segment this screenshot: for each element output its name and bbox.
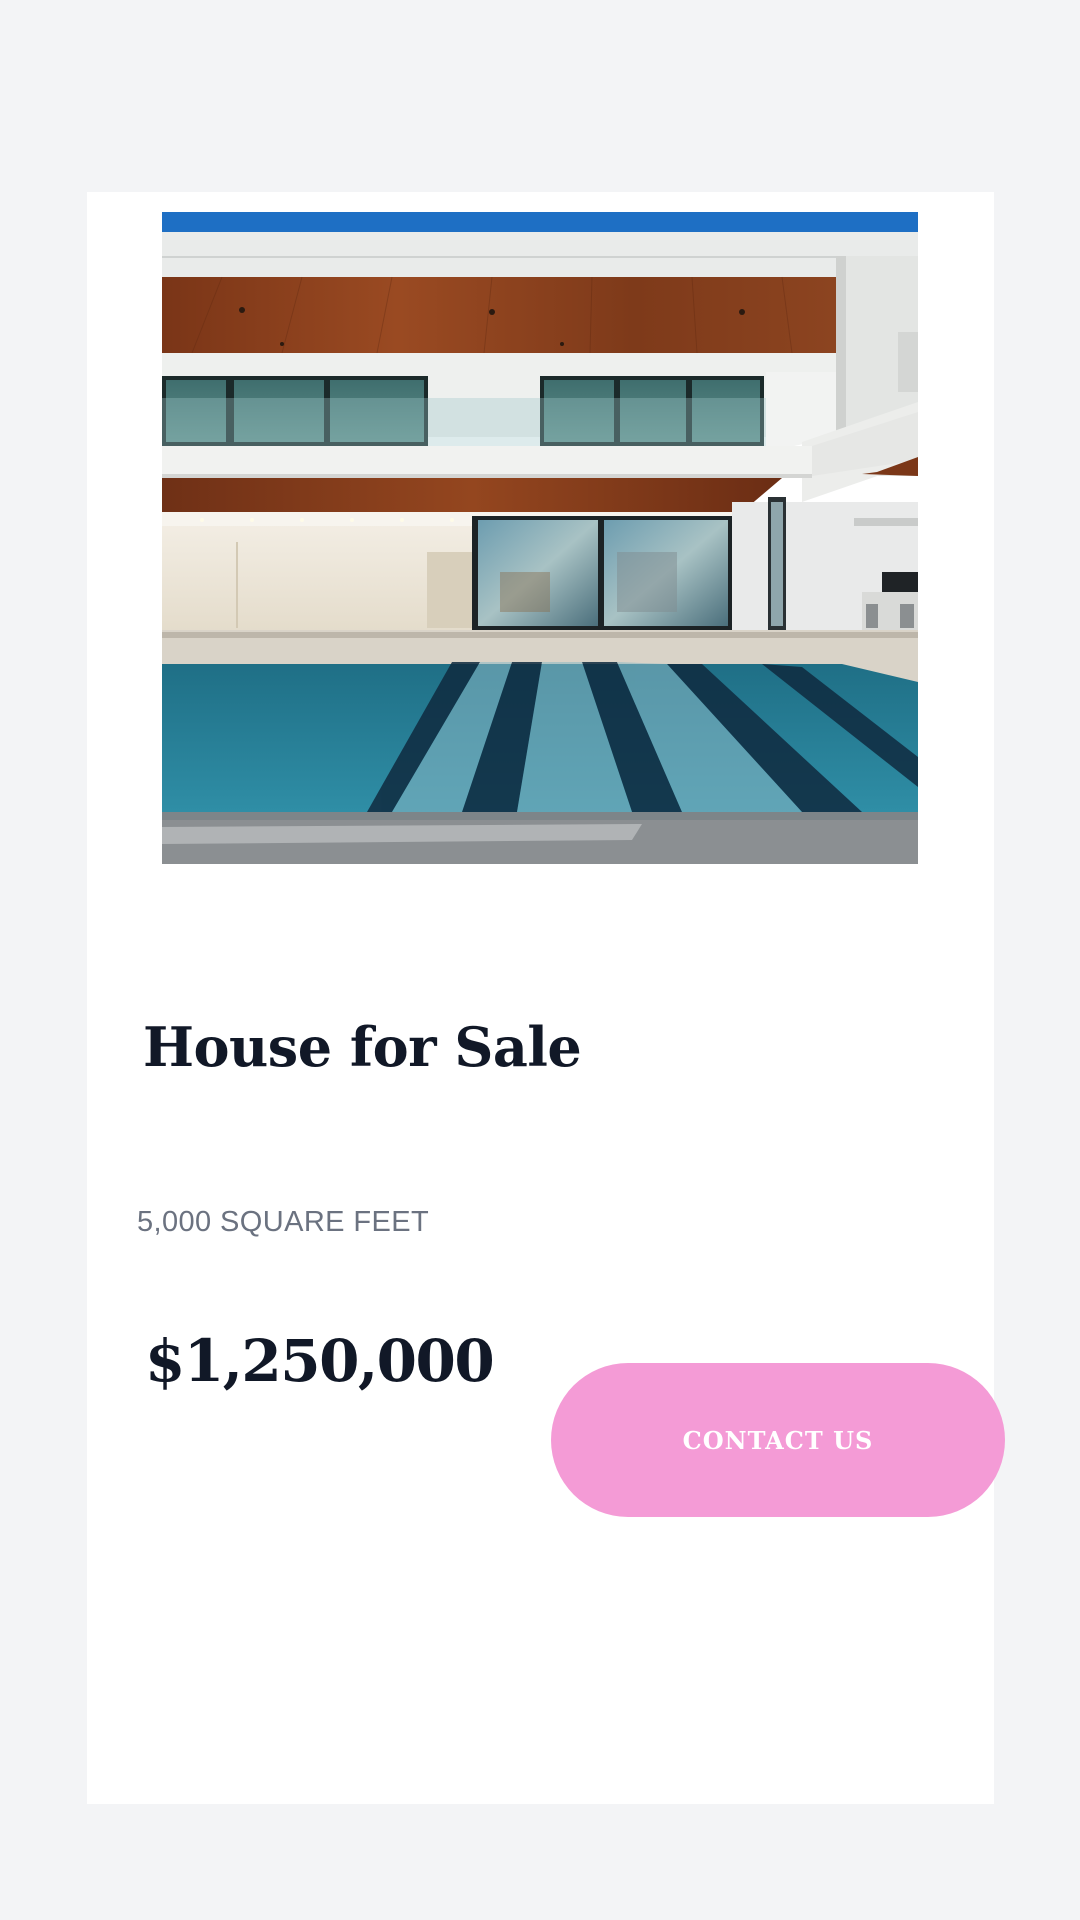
listing-price: $1,250,000 bbox=[145, 1327, 495, 1395]
contact-us-button[interactable]: CONTACT US bbox=[551, 1363, 1005, 1517]
listing-card: House for Sale 5,000 SQUARE FEET $1,250,… bbox=[87, 192, 1005, 1804]
square-footage: 5,000 SQUARE FEET bbox=[137, 1206, 430, 1238]
house-photo bbox=[162, 212, 918, 864]
listing-title: House for Sale bbox=[143, 1015, 582, 1079]
